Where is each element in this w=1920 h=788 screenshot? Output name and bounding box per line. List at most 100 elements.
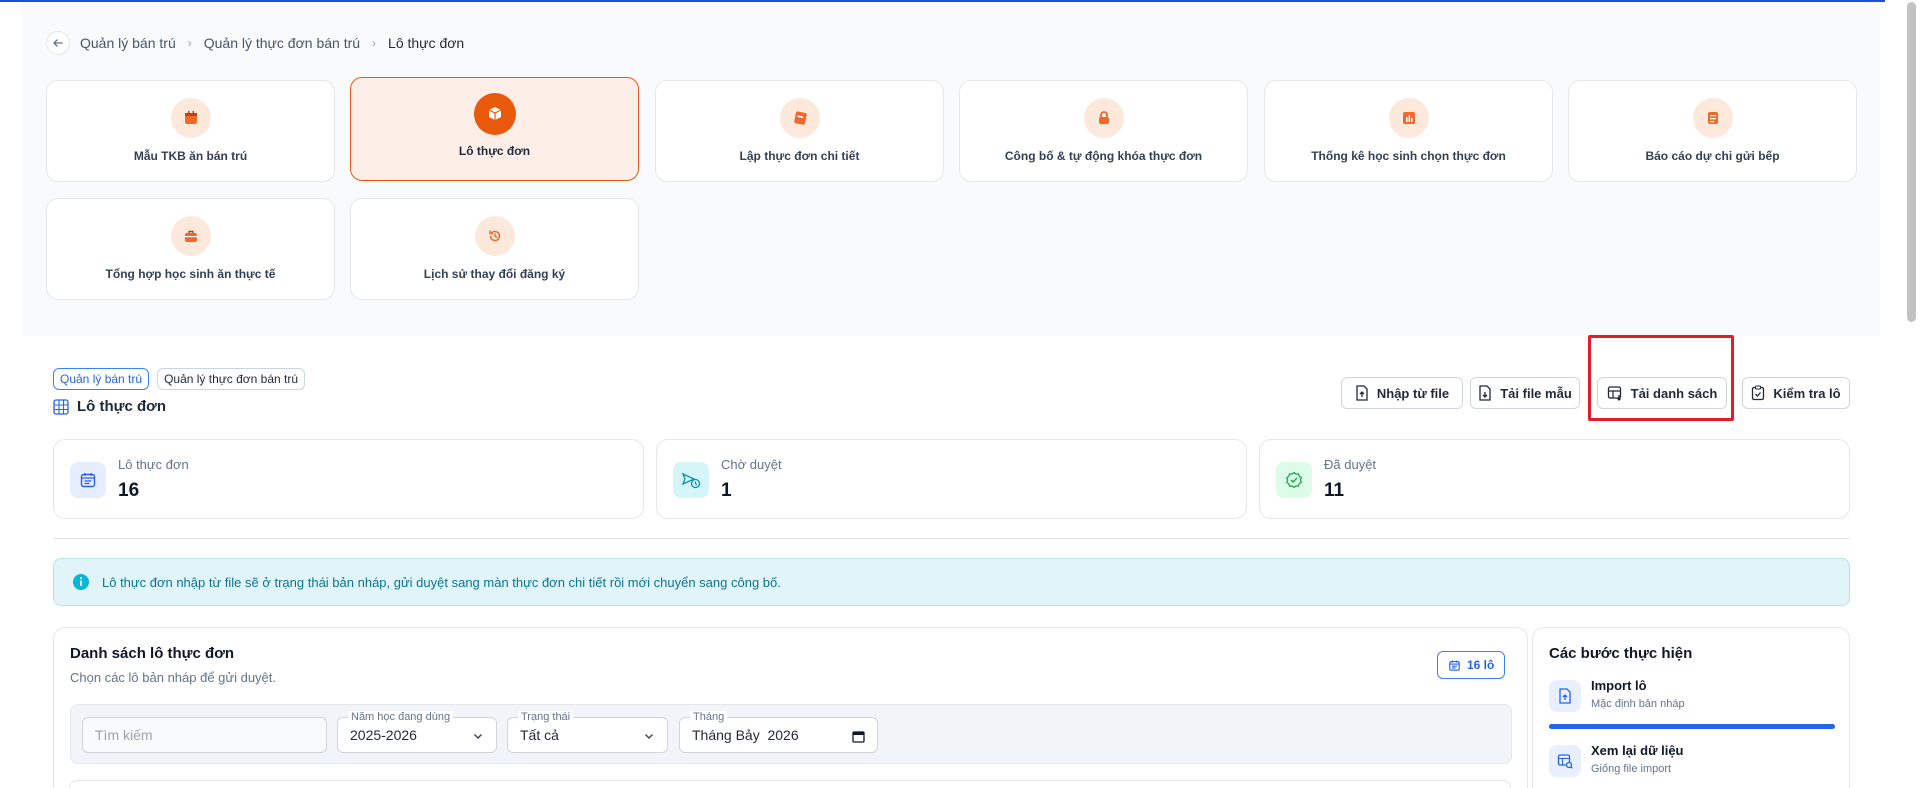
school-year-select[interactable]: Năm học đang dùng 2025-2026 [337, 711, 497, 753]
download-list-label: Tải danh sách [1630, 385, 1718, 401]
step-subtitle: Giống file import [1591, 763, 1672, 775]
module-card-label: Lịch sử thay đổi đăng ký [423, 267, 566, 281]
module-card-label: Lập thực đơn chi tiết [739, 149, 860, 163]
chevron-right-icon: › [187, 36, 192, 50]
file-import-icon [1356, 385, 1368, 401]
module-card-label: Công bố & tự động khóa thực đơn [1004, 149, 1203, 163]
steps-title: Các bước thực hiện [1549, 645, 1693, 662]
stat-value: 11 [1324, 480, 1345, 501]
info-alert: Lô thực đơn nhập từ file sẽ ở trạng thái… [53, 558, 1850, 606]
stat-label: Lô thực đơn [118, 457, 189, 472]
menu-book-icon [779, 98, 820, 138]
tag-thuc-don[interactable]: Quản lý thực đơn bán trú [157, 368, 306, 390]
breadcrumb-item-ban-tru[interactable]: Quản lý bán trú [80, 35, 176, 51]
school-year-label: Năm học đang dùng [348, 711, 454, 723]
check-batch-label: Kiểm tra lô [1773, 385, 1841, 401]
page-title-text: Lô thực đơn [77, 398, 167, 415]
history-icon [474, 216, 515, 256]
steps-progress-bar [1549, 724, 1835, 729]
context-tags: Quản lý bán trú Quản lý thực đơn bán trú [53, 368, 306, 390]
table-download-icon [1607, 386, 1621, 401]
batch-table-top [69, 780, 1511, 788]
import-file-label: Nhập từ file [1376, 385, 1450, 401]
calendar-list-icon [70, 462, 106, 498]
box-icon [473, 93, 516, 135]
bar-chart-icon [1388, 98, 1429, 138]
chevron-down-icon [474, 734, 482, 739]
back-button[interactable] [46, 31, 70, 55]
module-card-lo-thuc-don[interactable]: Lô thực đơn [350, 77, 639, 181]
step-subtitle: Mặc định bản nháp [1591, 698, 1685, 710]
steps-panel: Các bước thực hiện Import lô Mặc định bả… [1532, 627, 1850, 788]
calendar-list-icon [1449, 659, 1460, 671]
stat-card-approved: Đã duyệt 11 [1259, 439, 1850, 519]
check-batch-button[interactable]: Kiểm tra lô [1742, 377, 1850, 409]
month-picker[interactable]: Tháng Tháng Bảy 2026 [679, 711, 878, 753]
arrow-left-icon [53, 39, 63, 47]
chevron-right-icon: › [372, 36, 377, 50]
breadcrumb-item-current: Lô thực đơn [388, 35, 465, 51]
step-title: Xem lại dữ liệu [1591, 743, 1684, 758]
module-card-bao-cao[interactable]: Báo cáo dự chi gửi bếp [1568, 80, 1857, 182]
month-label: Tháng [690, 711, 728, 723]
module-card-label: Lô thực đơn [458, 144, 531, 158]
download-list-button[interactable]: Tải danh sách [1597, 377, 1727, 409]
import-file-button[interactable]: Nhập từ file [1341, 377, 1463, 409]
stat-label: Chờ duyệt [721, 457, 782, 472]
report-icon [1692, 98, 1733, 138]
steps-progress-fill [1549, 724, 1835, 729]
clipboard-check-icon [1752, 385, 1765, 401]
page-title: Lô thực đơn [53, 398, 166, 415]
stat-value: 1 [721, 480, 732, 501]
module-card-tong-hop[interactable]: Tổng hợp học sinh ăn thực tế [46, 198, 335, 300]
module-card-lap-thuc-don[interactable]: Lập thực đơn chi tiết [655, 80, 944, 182]
module-card-mau-tkb[interactable]: Mẫu TKB ăn bán trú [46, 80, 335, 182]
step-review: Xem lại dữ liệu Giống file import [1549, 741, 1839, 785]
module-card-label: Tổng hợp học sinh ăn thực tế [105, 267, 276, 281]
briefcase-icon [170, 216, 211, 256]
stat-card-pending: Chờ duyệt 1 [656, 439, 1247, 519]
download-template-button[interactable]: Tải file mẫu [1470, 377, 1580, 409]
status-value: Tất cả [520, 727, 559, 743]
data-review-icon [1549, 745, 1581, 777]
calendar-icon [852, 731, 865, 743]
step-import: Import lô Mặc định bản nháp [1549, 676, 1839, 720]
table-grid-icon [53, 398, 69, 415]
stat-label: Đã duyệt [1324, 457, 1377, 472]
tag-ban-tru[interactable]: Quản lý bán trú [53, 368, 150, 390]
batch-count-text: 16 lô [1467, 658, 1495, 672]
month-value: Tháng Bảy 2026 [692, 727, 799, 743]
batch-list-panel: Danh sách lô thực đơn Chọn các lô bản nh… [53, 627, 1528, 788]
module-card-lich-su[interactable]: Lịch sử thay đổi đăng ký [350, 198, 639, 300]
file-upload-icon [1549, 680, 1581, 712]
search-input[interactable]: Tìm kiếm [82, 717, 327, 753]
step-title: Import lô [1591, 678, 1647, 693]
filter-bar: Tìm kiếm Năm học đang dùng 2025-2026 Trạ… [70, 704, 1512, 764]
stat-value: 16 [118, 480, 140, 501]
module-card-cong-bo[interactable]: Công bố & tự động khóa thực đơn [959, 80, 1248, 182]
page-scrollbar-thumb[interactable] [1907, 2, 1916, 322]
download-template-label: Tải file mẫu [1500, 385, 1572, 401]
section-divider [53, 538, 1850, 539]
school-year-value: 2025-2026 [350, 727, 417, 743]
pending-send-icon [673, 462, 709, 498]
file-download-icon [1479, 385, 1491, 401]
batch-list-title: Danh sách lô thực đơn [70, 645, 235, 662]
info-alert-text: Lô thực đơn nhập từ file sẽ ở trạng thái… [102, 574, 781, 590]
approved-badge-icon [1276, 462, 1312, 498]
module-card-label: Thống kê học sinh chọn thực đơn [1311, 149, 1506, 163]
module-card-label: Mẫu TKB ăn bán trú [133, 149, 248, 163]
lock-icon [1083, 98, 1124, 138]
module-card-thong-ke[interactable]: Thống kê học sinh chọn thực đơn [1264, 80, 1553, 182]
breadcrumb: Quản lý bán trú › Quản lý thực đơn bán t… [46, 30, 464, 56]
chevron-down-icon [645, 734, 653, 739]
batch-list-subtitle: Chọn các lô bản nháp để gửi duyệt. [70, 670, 277, 685]
status-label: Trạng thái [518, 711, 574, 723]
stat-card-total: Lô thực đơn 16 [53, 439, 644, 519]
batch-count-badge: 16 lô [1437, 651, 1506, 679]
status-select[interactable]: Trạng thái Tất cả [507, 711, 668, 753]
breadcrumb-item-thuc-don[interactable]: Quản lý thực đơn bán trú [204, 35, 360, 51]
module-card-label: Báo cáo dự chi gửi bếp [1645, 149, 1780, 163]
calendar-icon [170, 98, 211, 138]
info-icon [73, 574, 89, 590]
